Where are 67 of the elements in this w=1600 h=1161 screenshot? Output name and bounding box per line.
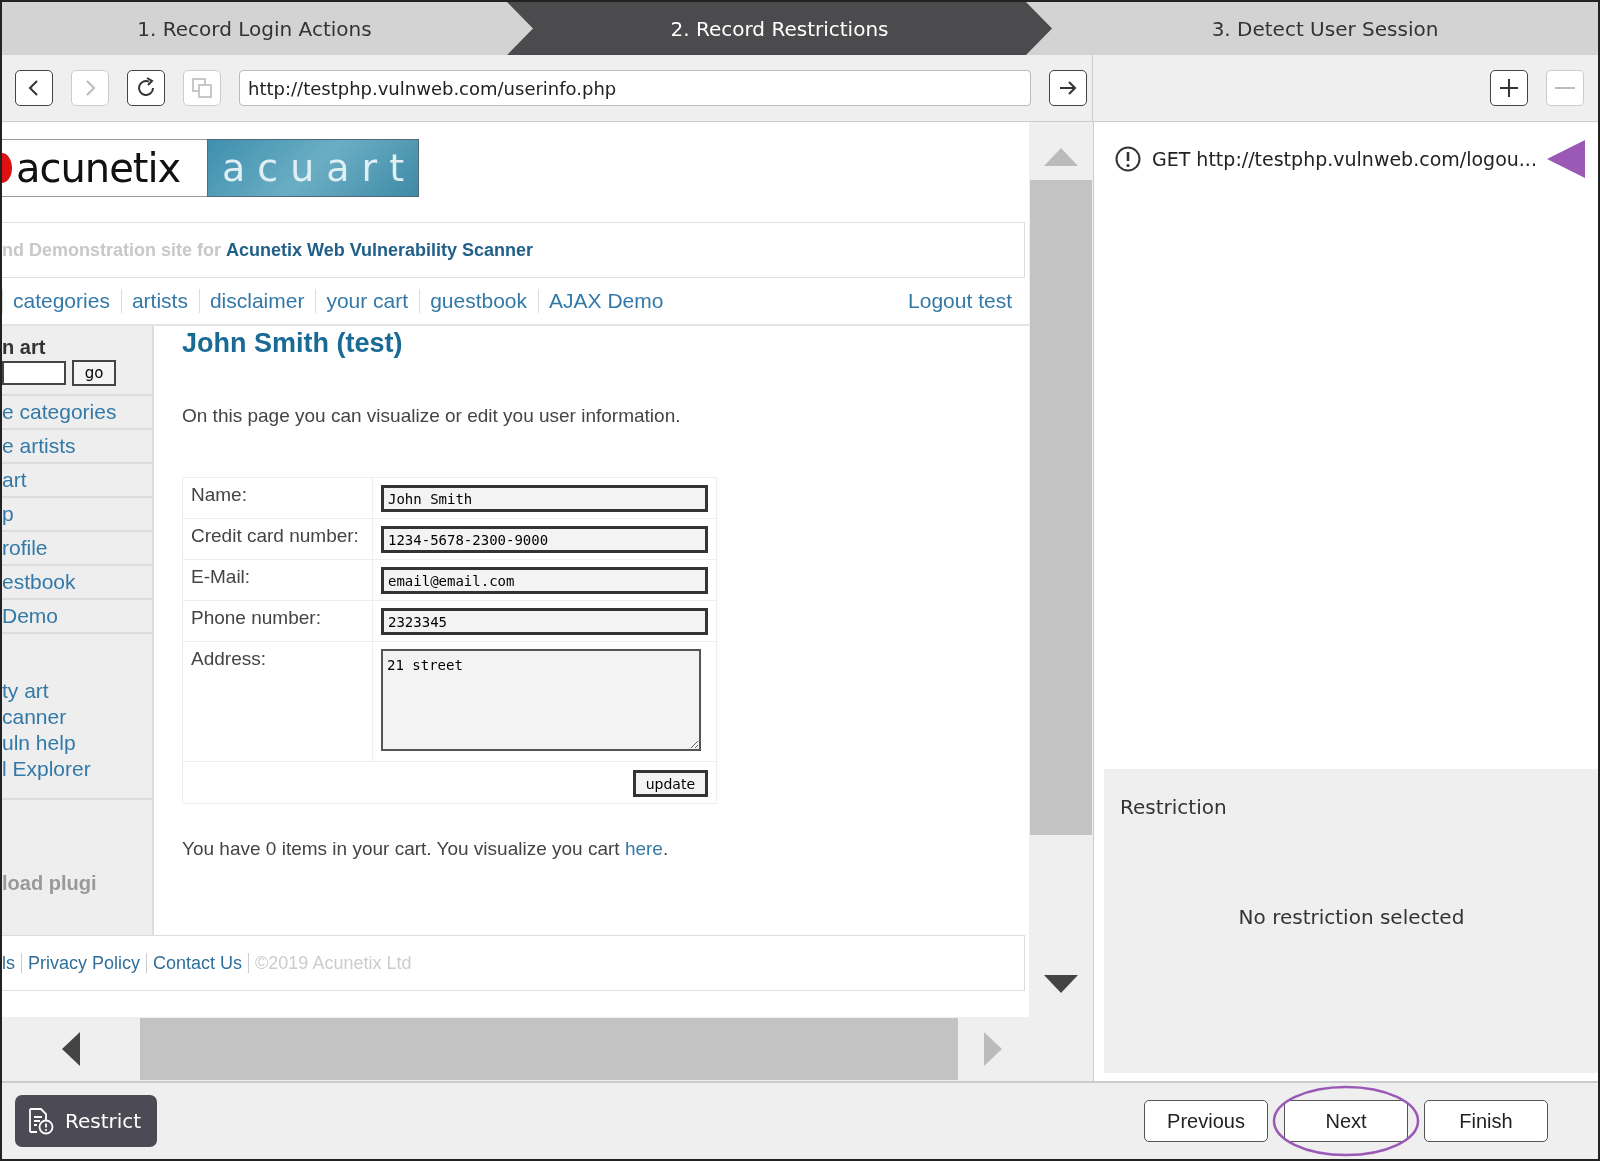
nav-link[interactable]: artists bbox=[120, 289, 199, 313]
sidebar-link[interactable]: canner bbox=[2, 704, 152, 730]
logo-banner: acuart bbox=[207, 139, 419, 197]
intro-text: On this page you can visualize or edit you user information. bbox=[182, 405, 682, 427]
text-field[interactable]: John Smith bbox=[381, 485, 708, 512]
scroll-right-icon[interactable] bbox=[984, 1032, 1002, 1066]
wizard-nav-button[interactable]: Next bbox=[1284, 1100, 1408, 1142]
logout-link[interactable]: Logout test bbox=[898, 289, 1023, 313]
plus-icon bbox=[1497, 76, 1521, 100]
footer-link[interactable]: Contact Us bbox=[146, 953, 249, 973]
add-button[interactable] bbox=[1490, 70, 1528, 106]
text-field[interactable]: 1234-5678-2300-9000 bbox=[381, 526, 708, 553]
nav-link[interactable]: your cart bbox=[315, 289, 420, 313]
wizard-nav-button[interactable]: Finish bbox=[1424, 1100, 1548, 1142]
sidebar-link[interactable]: rofile bbox=[2, 532, 152, 566]
field-label: Name: bbox=[191, 484, 247, 505]
sidebar-link[interactable]: p bbox=[2, 498, 152, 532]
sidebar-link[interactable]: e artists bbox=[2, 430, 152, 464]
sidebar-link[interactable]: uln help bbox=[2, 730, 152, 756]
cart-link[interactable]: here bbox=[624, 838, 663, 859]
address-text-area[interactable]: 21 street bbox=[381, 649, 701, 751]
nav-link[interactable]: categories bbox=[2, 289, 121, 313]
wizard-nav-button[interactable]: Previous bbox=[1144, 1100, 1268, 1142]
page-heading: John Smith (test) bbox=[182, 328, 404, 359]
cart-note: You have 0 items in your cart. You visualize you cart here. bbox=[182, 838, 670, 860]
request-item[interactable]: GET http://testphp.vulnweb.com/logou... bbox=[1152, 148, 1537, 170]
footer-link[interactable]: Privacy Policy bbox=[21, 953, 147, 973]
scroll-left-icon[interactable] bbox=[62, 1032, 80, 1066]
update-button[interactable]: update bbox=[632, 770, 708, 797]
back-button[interactable] bbox=[15, 70, 53, 106]
text-field[interactable]: email@email.com bbox=[381, 567, 708, 594]
copy-icon bbox=[190, 76, 214, 100]
empty-message: No restriction selected bbox=[1237, 905, 1466, 929]
wizard-step[interactable]: 2. Record Restrictions bbox=[507, 2, 1052, 55]
scroll-up-icon[interactable] bbox=[1044, 148, 1078, 166]
text-field[interactable]: 2323345 bbox=[381, 608, 708, 635]
search-field[interactable] bbox=[2, 361, 66, 385]
nav-link[interactable]: disclaimer bbox=[198, 289, 316, 313]
nav-link[interactable]: AJAX Demo bbox=[538, 289, 675, 313]
field-label: Credit card number: bbox=[191, 525, 359, 546]
plugin-note: load plugi bbox=[2, 872, 98, 895]
wizard-step[interactable]: 3. Detect User Session bbox=[1052, 2, 1598, 55]
scroll-thumb[interactable] bbox=[140, 1018, 958, 1080]
sidebar-link[interactable]: art bbox=[2, 464, 152, 498]
sidebar-link[interactable]: l Explorer bbox=[2, 756, 152, 782]
warning-icon bbox=[1114, 145, 1142, 173]
minus-icon bbox=[1555, 87, 1575, 89]
sidebar-link[interactable]: estbook bbox=[2, 566, 152, 600]
wizard-step[interactable]: 1. Record Login Actions bbox=[2, 2, 507, 55]
nav-link[interactable]: guestbook bbox=[419, 289, 539, 313]
field-label: Phone number: bbox=[191, 607, 321, 628]
sidebar-link[interactable]: e categories bbox=[2, 396, 152, 430]
reload-button[interactable] bbox=[127, 70, 165, 106]
sidebar-link[interactable]: Demo bbox=[2, 600, 152, 634]
go-button[interactable] bbox=[1049, 70, 1087, 106]
scroll-thumb[interactable] bbox=[1030, 180, 1092, 835]
field-label: Address: bbox=[191, 648, 266, 669]
sidebar-heading: n art bbox=[2, 336, 47, 358]
field-label: E-Mail: bbox=[191, 566, 251, 587]
sidebar-link[interactable]: ty art bbox=[2, 678, 152, 704]
scroll-down-icon[interactable] bbox=[1044, 975, 1078, 993]
address-field[interactable]: http://testphp.vulnweb.com/userinfo.php bbox=[239, 70, 1031, 106]
go-button[interactable]: go bbox=[72, 360, 116, 386]
restrict-button[interactable]: Restrict bbox=[15, 1095, 158, 1147]
footer-link[interactable]: ls bbox=[2, 953, 21, 973]
logo-text: acunetix bbox=[16, 145, 181, 191]
panel-title: Restriction bbox=[1119, 794, 1228, 819]
